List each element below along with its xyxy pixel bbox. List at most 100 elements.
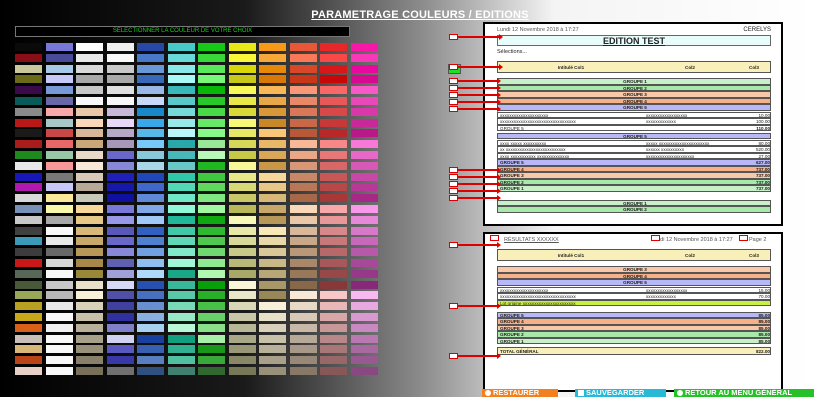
color-swatch[interactable]: [350, 75, 378, 84]
group-row[interactable]: GROUPE 2: [497, 206, 771, 213]
color-swatch[interactable]: [76, 151, 103, 159]
color-swatch[interactable]: [350, 215, 378, 224]
color-swatch[interactable]: [259, 280, 286, 289]
color-swatch[interactable]: [45, 313, 73, 321]
color-swatch[interactable]: [228, 97, 256, 105]
color-swatch[interactable]: [137, 323, 164, 332]
color-swatch[interactable]: [106, 367, 134, 375]
color-swatch[interactable]: [320, 269, 347, 278]
color-swatch[interactable]: [167, 194, 195, 203]
color-swatch[interactable]: [76, 313, 103, 321]
color-swatch[interactable]: [167, 259, 195, 267]
color-swatch[interactable]: [106, 280, 134, 289]
color-swatch[interactable]: [259, 172, 286, 181]
color-swatch[interactable]: [15, 226, 42, 235]
color-swatch[interactable]: [106, 43, 134, 51]
grand-total-row[interactable]: TOTAL GÉNÉRAL 822.00: [497, 347, 771, 355]
color-swatch[interactable]: [320, 248, 347, 257]
color-swatch[interactable]: [259, 237, 286, 246]
color-swatch[interactable]: [320, 183, 347, 192]
color-swatch[interactable]: [198, 107, 225, 116]
color-swatch[interactable]: [15, 43, 42, 51]
color-swatch[interactable]: [15, 172, 42, 181]
color-swatch[interactable]: [106, 118, 134, 127]
color-swatch[interactable]: [259, 313, 286, 321]
color-swatch[interactable]: [76, 291, 103, 300]
color-swatch[interactable]: [198, 194, 225, 203]
color-swatch[interactable]: [137, 194, 164, 203]
color-swatch[interactable]: [320, 161, 347, 170]
color-swatch[interactable]: [320, 367, 347, 375]
color-swatch[interactable]: [106, 356, 134, 365]
color-swatch[interactable]: [320, 118, 347, 127]
color-swatch[interactable]: [198, 345, 225, 354]
color-swatch[interactable]: [350, 291, 378, 300]
color-swatch[interactable]: [259, 323, 286, 332]
color-swatch[interactable]: [15, 345, 42, 354]
color-swatch[interactable]: [137, 75, 164, 84]
color-swatch[interactable]: [320, 107, 347, 116]
color-swatch[interactable]: [106, 194, 134, 203]
color-swatch[interactable]: [137, 280, 164, 289]
color-swatch[interactable]: [228, 151, 256, 159]
color-target-marker[interactable]: [449, 99, 458, 105]
color-swatch[interactable]: [167, 97, 195, 105]
color-swatch[interactable]: [137, 161, 164, 170]
color-swatch[interactable]: [137, 248, 164, 257]
color-swatch[interactable]: [106, 161, 134, 170]
color-swatch[interactable]: [350, 107, 378, 116]
color-swatch[interactable]: [320, 86, 347, 95]
color-swatch[interactable]: [167, 313, 195, 321]
color-swatch[interactable]: [106, 248, 134, 257]
color-swatch[interactable]: [259, 334, 286, 343]
color-swatch[interactable]: [76, 172, 103, 181]
color-swatch[interactable]: [167, 280, 195, 289]
color-swatch[interactable]: [137, 269, 164, 278]
color-target-marker[interactable]: [449, 353, 458, 359]
color-swatch[interactable]: [228, 205, 256, 213]
color-swatch[interactable]: [167, 248, 195, 257]
color-swatch[interactable]: [320, 129, 347, 138]
color-swatch[interactable]: [45, 161, 73, 170]
color-swatch[interactable]: [137, 107, 164, 116]
color-swatch[interactable]: [167, 237, 195, 246]
color-swatch[interactable]: [259, 97, 286, 105]
color-swatch[interactable]: [228, 345, 256, 354]
color-swatch[interactable]: [45, 97, 73, 105]
color-swatch[interactable]: [15, 280, 42, 289]
color-swatch[interactable]: [259, 345, 286, 354]
color-swatch[interactable]: [76, 118, 103, 127]
color-target-marker[interactable]: [449, 195, 458, 201]
color-swatch[interactable]: [167, 75, 195, 84]
color-swatch[interactable]: [15, 248, 42, 257]
color-swatch[interactable]: [289, 183, 317, 192]
color-swatch[interactable]: [137, 302, 164, 311]
color-swatch[interactable]: [350, 205, 378, 213]
color-swatch[interactable]: [289, 194, 317, 203]
color-swatch[interactable]: [228, 237, 256, 246]
color-swatch[interactable]: [350, 367, 378, 375]
color-swatch[interactable]: [106, 291, 134, 300]
color-swatch[interactable]: [350, 269, 378, 278]
color-swatch[interactable]: [198, 215, 225, 224]
color-swatch[interactable]: [350, 226, 378, 235]
color-swatch[interactable]: [228, 107, 256, 116]
color-swatch[interactable]: [228, 248, 256, 257]
color-swatch[interactable]: [167, 43, 195, 51]
color-swatch[interactable]: [15, 118, 42, 127]
color-swatch[interactable]: [259, 291, 286, 300]
color-swatch[interactable]: [76, 356, 103, 365]
color-swatch[interactable]: [320, 356, 347, 365]
color-swatch[interactable]: [350, 97, 378, 105]
color-swatch[interactable]: [198, 161, 225, 170]
color-swatch[interactable]: [320, 215, 347, 224]
color-swatch[interactable]: [350, 129, 378, 138]
color-swatch[interactable]: [350, 302, 378, 311]
color-swatch[interactable]: [259, 151, 286, 159]
color-swatch[interactable]: [289, 205, 317, 213]
group-row[interactable]: GROUPE 5: [497, 132, 771, 139]
color-swatch[interactable]: [15, 183, 42, 192]
color-swatch[interactable]: [259, 118, 286, 127]
color-target-marker[interactable]: [490, 235, 499, 241]
color-swatch[interactable]: [350, 323, 378, 332]
